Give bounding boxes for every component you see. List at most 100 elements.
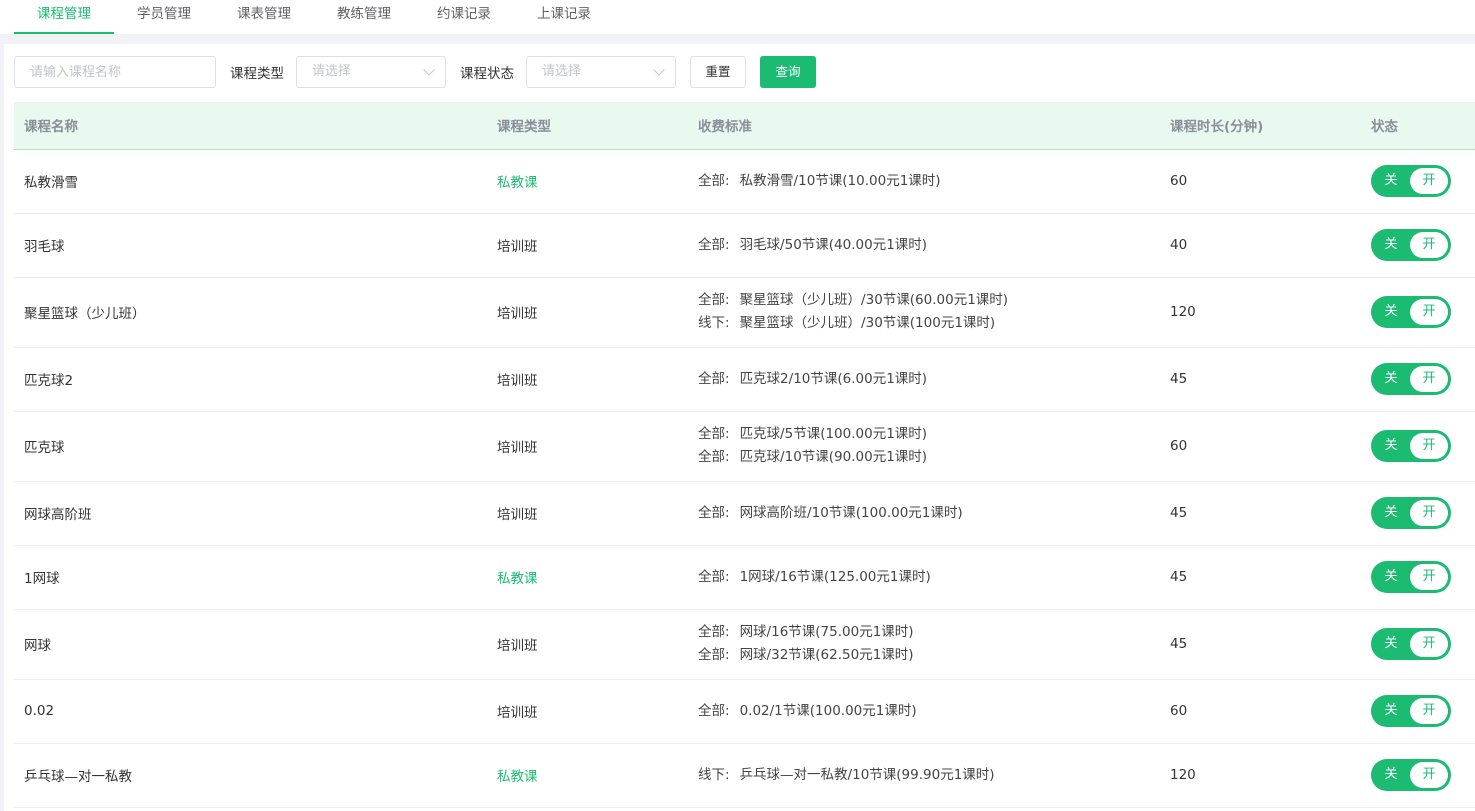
header-fee-standard: 收费标准 — [688, 102, 1160, 150]
course-name: 聚星篮球（少儿班） — [14, 277, 487, 348]
course-type: 培训班 — [487, 277, 688, 348]
status-cell: 关 开 — [1361, 277, 1475, 348]
tab-course-management[interactable]: 课程管理 — [14, 0, 114, 34]
fee-label: 线下: — [698, 315, 730, 331]
course-type-select[interactable]: 请选择 — [296, 56, 446, 88]
status-toggle[interactable]: 关 开 — [1371, 363, 1451, 395]
tab-booking-records[interactable]: 约课记录 — [414, 0, 514, 34]
fee-text: 私教滑雪/10节课(10.00元1课时) — [739, 172, 941, 189]
fee-label: 全部: — [698, 236, 730, 253]
course-name-input[interactable] — [14, 56, 216, 88]
status-cell: 关 开 — [1361, 213, 1475, 278]
table-row: 乒乓球—对一私教 私教课 线下: 乒乓球—对一私教/10节课(99.90元1课时)… — [14, 743, 1475, 808]
fee-line: 全部: 网球高阶班/10节课(100.00元1课时) — [698, 502, 1159, 525]
course-type-label: 课程类型 — [230, 66, 284, 82]
status-toggle[interactable]: 关 开 — [1371, 497, 1451, 529]
chevron-down-icon — [423, 64, 435, 76]
course-name: 匹克球 — [14, 411, 487, 482]
status-toggle[interactable]: 关 开 — [1371, 165, 1451, 197]
status-toggle[interactable]: 关 开 — [1371, 759, 1451, 791]
status-cell: 关 开 — [1361, 411, 1475, 482]
course-name: 乒乓球—对一私教 — [14, 743, 487, 808]
status-toggle[interactable]: 关 开 — [1371, 430, 1451, 462]
fee-standard: 全部: 羽毛球/50节课(40.00元1课时) — [688, 213, 1160, 278]
fee-label: 全部: — [698, 702, 730, 719]
fee-line: 线下: 聚星篮球（少儿班）/30节课(100元1课时) — [698, 312, 1159, 335]
course-status-select[interactable]: 请选择 — [526, 56, 676, 88]
toggle-off-label: 关 — [1384, 767, 1398, 782]
fee-line: 全部: 羽毛球/50节课(40.00元1课时) — [698, 234, 1159, 257]
course-duration: 45 — [1160, 481, 1361, 546]
status-cell: 关 开 — [1361, 481, 1475, 546]
fee-label: 全部: — [698, 504, 730, 521]
status-cell: 关 开 — [1361, 347, 1475, 412]
course-table: 课程名称 课程类型 收费标准 课程时长(分钟) 状态 私教滑雪 私教课 全部: 私… — [14, 102, 1475, 808]
fee-label: 线下: — [698, 766, 730, 783]
fee-line: 全部: 聚星篮球（少儿班）/30节课(60.00元1课时) — [698, 289, 1159, 312]
fee-line: 全部: 0.02/1节课(100.00元1课时) — [698, 700, 1159, 723]
fee-label: 全部: — [698, 624, 730, 640]
course-name: 网球高阶班 — [14, 481, 487, 546]
table-row: 匹克球 培训班 全部: 匹克球/5节课(100.00元1课时) 全部: 匹克球/10… — [14, 411, 1475, 482]
toggle-off-label: 关 — [1384, 304, 1398, 319]
course-type: 培训班 — [487, 679, 688, 744]
fee-label: 全部: — [698, 370, 730, 387]
fee-standard: 全部: 1网球/16节课(125.00元1课时) — [688, 545, 1160, 610]
query-button[interactable]: 查询 — [760, 56, 816, 88]
course-name: 私教滑雪 — [14, 149, 487, 214]
filter-bar: 课程类型 请选择 课程状态 请选择 重置 查询 — [14, 56, 816, 88]
fee-standard: 线下: 乒乓球—对一私教/10节课(99.90元1课时) — [688, 743, 1160, 808]
course-panel: 课程类型 请选择 课程状态 请选择 重置 查询 课程名称 课程类型 收费标准 课… — [4, 44, 1475, 811]
status-toggle[interactable]: 关 开 — [1371, 229, 1451, 261]
fee-line: 全部: 网球/16节课(75.00元1课时) — [698, 621, 1159, 644]
fee-standard: 全部: 网球高阶班/10节课(100.00元1课时) — [688, 481, 1160, 546]
fee-label: 全部: — [698, 172, 730, 189]
course-status-label: 课程状态 — [460, 66, 514, 82]
toggle-on-label: 开 — [1410, 366, 1448, 392]
header-course-name: 课程名称 — [14, 102, 487, 150]
fee-standard: 全部: 0.02/1节课(100.00元1课时) — [688, 679, 1160, 744]
fee-text: 聚星篮球（少儿班）/30节课(100元1课时) — [739, 315, 996, 331]
fee-label: 全部: — [698, 647, 730, 663]
fee-line: 全部: 匹克球2/10节课(6.00元1课时) — [698, 368, 1159, 391]
course-duration: 40 — [1160, 213, 1361, 278]
fee-text: 1网球/16节课(125.00元1课时) — [739, 568, 931, 585]
status-cell: 关 开 — [1361, 149, 1475, 214]
toggle-on-label: 开 — [1410, 299, 1448, 325]
status-toggle[interactable]: 关 开 — [1371, 628, 1451, 660]
course-duration: 45 — [1160, 545, 1361, 610]
tab-schedule-management[interactable]: 课表管理 — [214, 0, 314, 34]
fee-text: 匹克球2/10节课(6.00元1课时) — [739, 370, 928, 387]
fee-label: 全部: — [698, 426, 730, 442]
toggle-off-label: 关 — [1384, 237, 1398, 252]
course-duration: 45 — [1160, 609, 1361, 680]
course-type: 私教课 — [487, 743, 688, 808]
status-toggle[interactable]: 关 开 — [1371, 695, 1451, 727]
fee-text: 网球/16节课(75.00元1课时) — [739, 624, 914, 640]
tab-student-management[interactable]: 学员管理 — [114, 0, 214, 34]
toggle-off-label: 关 — [1384, 703, 1398, 718]
fee-text: 聚星篮球（少儿班）/30节课(60.00元1课时) — [739, 292, 1009, 308]
fee-text: 乒乓球—对一私教/10节课(99.90元1课时) — [739, 766, 995, 783]
reset-button[interactable]: 重置 — [690, 56, 746, 88]
fee-line: 全部: 私教滑雪/10节课(10.00元1课时) — [698, 170, 1159, 193]
tab-coach-management[interactable]: 教练管理 — [314, 0, 414, 34]
status-toggle[interactable]: 关 开 — [1371, 296, 1451, 328]
status-cell: 关 开 — [1361, 679, 1475, 744]
course-type: 私教课 — [487, 149, 688, 214]
course-type-placeholder: 请选择 — [312, 64, 352, 79]
fee-line: 线下: 乒乓球—对一私教/10节课(99.90元1课时) — [698, 764, 1159, 787]
course-duration: 120 — [1160, 743, 1361, 808]
toggle-on-label: 开 — [1410, 631, 1448, 657]
course-type: 培训班 — [487, 347, 688, 412]
status-toggle[interactable]: 关 开 — [1371, 561, 1451, 593]
tab-class-records[interactable]: 上课记录 — [514, 0, 614, 34]
fee-standard: 全部: 网球/16节课(75.00元1课时) 全部: 网球/32节课(62.50元1… — [688, 609, 1160, 680]
table-row: 羽毛球 培训班 全部: 羽毛球/50节课(40.00元1课时) 40 关 开 — [14, 213, 1475, 278]
table-row: 网球高阶班 培训班 全部: 网球高阶班/10节课(100.00元1课时) 45 关… — [14, 481, 1475, 546]
course-name: 网球 — [14, 609, 487, 680]
toggle-off-label: 关 — [1384, 569, 1398, 584]
fee-text: 0.02/1节课(100.00元1课时) — [739, 702, 917, 719]
fee-text: 羽毛球/50节课(40.00元1课时) — [739, 236, 928, 253]
header-duration: 课程时长(分钟) — [1160, 102, 1361, 150]
